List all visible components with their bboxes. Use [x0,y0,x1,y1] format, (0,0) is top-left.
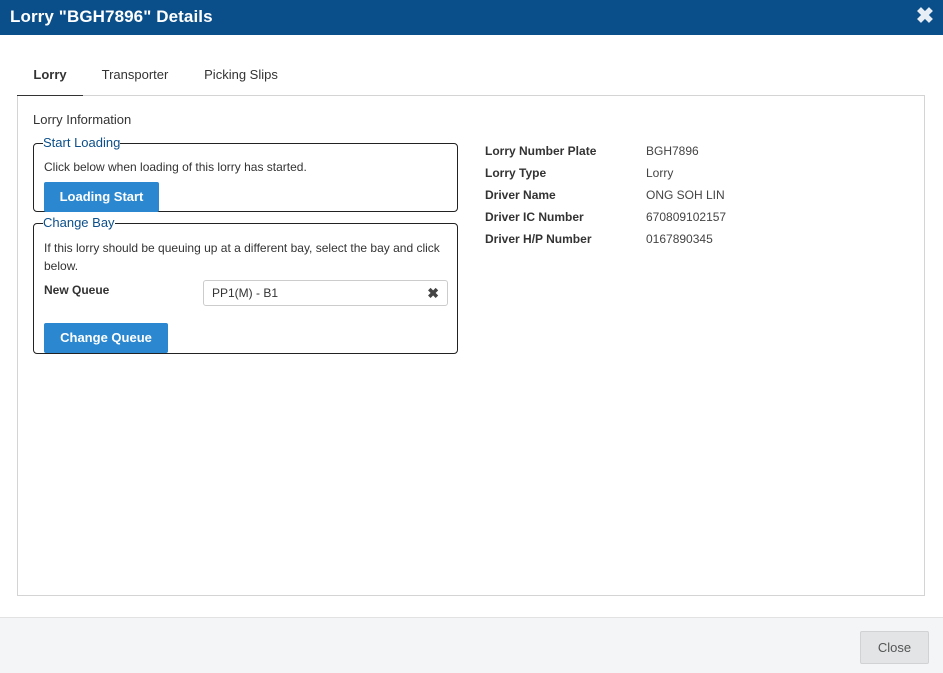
detail-label: Driver Name [485,188,556,202]
tab-transporter[interactable]: Transporter [90,60,180,96]
start-loading-group: Start Loading Click below when loading o… [33,136,458,212]
dialog-titlebar: Lorry "BGH7896" Details ✖ [0,0,943,35]
detail-value: 670809102157 [646,210,727,224]
new-queue-select[interactable]: PP1(M) - B1 ✖ [203,280,448,306]
dialog-title: Lorry "BGH7896" Details [10,7,213,26]
start-loading-legend: Start Loading [43,135,121,150]
change-queue-button[interactable]: Change Queue [44,323,168,353]
detail-label: Lorry Number Plate [485,144,597,158]
dialog-footer: Close [0,617,943,673]
detail-label: Driver H/P Number [485,232,592,246]
close-icon[interactable]: ✖ [913,3,937,29]
new-queue-label: New Queue [44,283,110,297]
start-loading-description: Click below when loading of this lorry h… [44,160,307,174]
tab-picking-slips[interactable]: Picking Slips [195,60,287,96]
new-queue-value: PP1(M) - B1 [212,286,279,300]
tab-panel-lorry: Lorry Information Start Loading Click be… [17,96,925,596]
change-bay-legend: Change Bay [43,215,115,230]
loading-start-button[interactable]: Loading Start [44,182,159,212]
detail-value: ONG SOH LIN [646,188,725,202]
detail-value: Lorry [646,166,674,180]
detail-label: Driver IC Number [485,210,584,224]
detail-label: Lorry Type [485,166,547,180]
detail-value: 0167890345 [646,232,713,246]
close-button[interactable]: Close [860,631,929,664]
change-bay-group: Change Bay If this lorry should be queui… [33,216,458,354]
detail-value: BGH7896 [646,144,699,158]
section-title: Lorry Information [33,112,132,127]
clear-icon[interactable]: ✖ [427,285,439,302]
tab-bar: Lorry Transporter Picking Slips [17,60,925,97]
change-bay-description: If this lorry should be queuing up at a … [44,241,440,273]
tab-lorry[interactable]: Lorry [17,60,83,97]
